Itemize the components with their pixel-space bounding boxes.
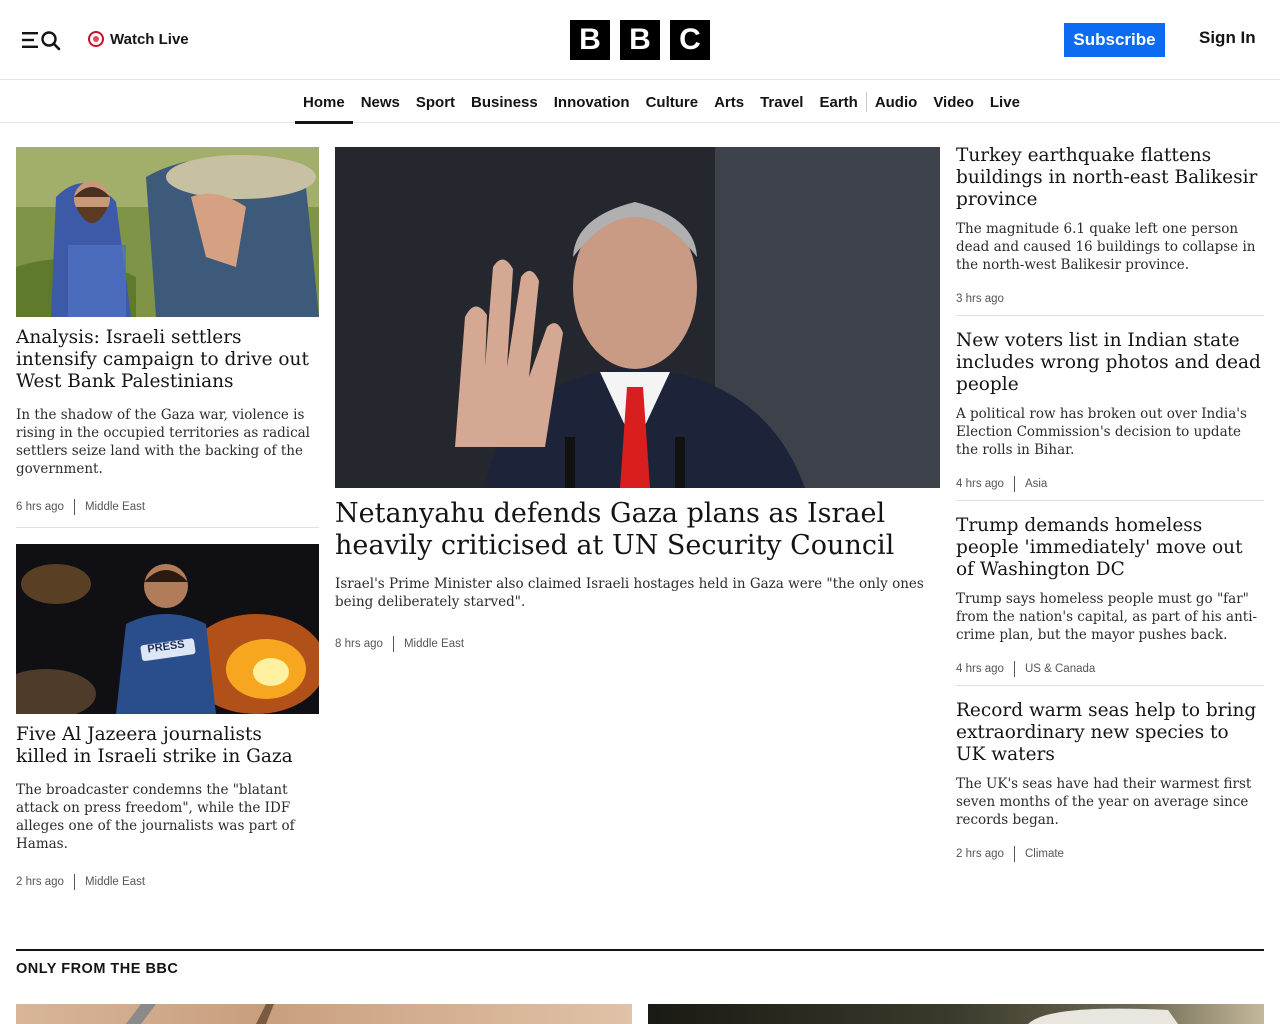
story-section[interactable]: Asia xyxy=(1025,478,1047,490)
story-time: 4 hrs ago xyxy=(956,478,1004,490)
feature-photo-left xyxy=(126,1004,274,1024)
story-section[interactable]: Climate xyxy=(1025,848,1064,860)
story-time: 4 hrs ago xyxy=(956,663,1004,675)
section-rule xyxy=(16,949,1264,951)
nav-item-business[interactable]: Business xyxy=(463,81,546,123)
nav-item-arts[interactable]: Arts xyxy=(706,81,752,123)
logo-letter: B xyxy=(570,20,610,60)
story-divider xyxy=(956,315,1264,316)
sign-in-link[interactable]: Sign In xyxy=(1190,28,1265,52)
story-divider xyxy=(956,500,1264,501)
meta-separator xyxy=(392,636,394,652)
main-story-image[interactable] xyxy=(335,147,940,488)
top-header: Watch Live B B C Subscribe Sign In xyxy=(0,0,1280,80)
story-summary: The UK's seas have had their warmest fir… xyxy=(956,776,1252,828)
story-headline[interactable]: Trump demands homeless people 'immediate… xyxy=(956,515,1261,581)
netanyahu-photo xyxy=(335,147,940,488)
story-section[interactable]: US & Canada xyxy=(1025,663,1095,675)
story-divider xyxy=(956,685,1264,686)
menu-search-button[interactable] xyxy=(20,27,62,53)
story-headline[interactable]: Five Al Jazeera journalists killed in Is… xyxy=(16,724,319,768)
feature-image-left[interactable] xyxy=(16,1004,632,1024)
meta-separator xyxy=(73,874,75,890)
story-meta: 6 hrs ago Middle East xyxy=(16,499,145,515)
main-navigation: Home News Sport Business Innovation Cult… xyxy=(0,81,1280,124)
nav-item-travel[interactable]: Travel xyxy=(752,81,811,123)
meta-separator xyxy=(1013,846,1015,862)
story-meta: 3 hrs ago xyxy=(956,291,1004,307)
story-summary: In the shadow of the Gaza war, violence … xyxy=(16,407,311,477)
story-image-journalists[interactable]: PRESS xyxy=(16,544,319,714)
watch-live-label: Watch Live xyxy=(110,30,189,48)
story-time: 3 hrs ago xyxy=(956,293,1004,305)
nav-item-culture[interactable]: Culture xyxy=(638,81,707,123)
story-time: 2 hrs ago xyxy=(956,848,1004,860)
bbc-logo[interactable]: B B C xyxy=(570,20,710,60)
nav-list: Home News Sport Business Innovation Cult… xyxy=(295,81,1028,124)
story-summary: Trump says homeless people must go "far"… xyxy=(956,591,1258,643)
story-meta: 4 hrs ago Asia xyxy=(956,476,1047,492)
main-story-meta: 8 hrs ago Middle East xyxy=(335,636,464,652)
nav-item-news[interactable]: News xyxy=(353,81,408,123)
story-section[interactable]: Middle East xyxy=(85,501,145,513)
story-headline[interactable]: New voters list in Indian state includes… xyxy=(956,330,1261,396)
nav-item-innovation[interactable]: Innovation xyxy=(546,81,638,123)
subscribe-button[interactable]: Subscribe xyxy=(1064,23,1165,57)
story-time: 6 hrs ago xyxy=(16,501,64,513)
logo-letter: C xyxy=(670,20,710,60)
main-story-summary: Israel's Prime Minister also claimed Isr… xyxy=(335,576,924,610)
story-summary: The magnitude 6.1 quake left one person … xyxy=(956,221,1256,273)
story-summary: A political row has broken out over Indi… xyxy=(956,406,1247,458)
settlers-photo xyxy=(16,147,319,317)
nav-item-video[interactable]: Video xyxy=(925,81,982,123)
menu-search-icon xyxy=(22,31,61,51)
nav-item-home[interactable]: Home xyxy=(295,81,353,124)
logo-letter: B xyxy=(620,20,660,60)
story-time: 2 hrs ago xyxy=(16,876,64,888)
story-meta: 4 hrs ago US & Canada xyxy=(956,661,1095,677)
feature-photo-right xyxy=(1028,1008,1178,1024)
meta-separator xyxy=(1013,476,1015,492)
story-meta: 2 hrs ago Middle East xyxy=(16,874,145,890)
feature-image-right[interactable] xyxy=(648,1004,1264,1024)
story-section[interactable]: Middle East xyxy=(85,876,145,888)
story-summary: The broadcaster condemns the "blatant at… xyxy=(16,782,295,852)
main-story-headline[interactable]: Netanyahu defends Gaza plans as Israel h… xyxy=(335,498,935,562)
story-headline[interactable]: Turkey earthquake flattens buildings in … xyxy=(956,145,1261,211)
story-time: 8 hrs ago xyxy=(335,638,383,650)
live-indicator-icon xyxy=(88,31,104,47)
nav-item-earth[interactable]: Earth xyxy=(811,81,865,123)
nav-item-audio[interactable]: Audio xyxy=(867,81,926,123)
nav-item-sport[interactable]: Sport xyxy=(408,81,463,123)
story-section[interactable]: Middle East xyxy=(404,638,464,650)
nav-item-live[interactable]: Live xyxy=(982,81,1028,123)
journalist-photo xyxy=(16,544,319,714)
watch-live-link[interactable]: Watch Live xyxy=(88,28,189,50)
section-title: ONLY FROM THE BBC xyxy=(16,961,179,977)
story-image-settlers[interactable] xyxy=(16,147,319,317)
story-divider xyxy=(16,527,319,528)
meta-separator xyxy=(73,499,75,515)
meta-separator xyxy=(1013,661,1015,677)
story-headline[interactable]: Analysis: Israeli settlers intensify cam… xyxy=(16,327,319,393)
story-headline[interactable]: Record warm seas help to bring extraordi… xyxy=(956,700,1261,766)
story-meta: 2 hrs ago Climate xyxy=(956,846,1064,862)
